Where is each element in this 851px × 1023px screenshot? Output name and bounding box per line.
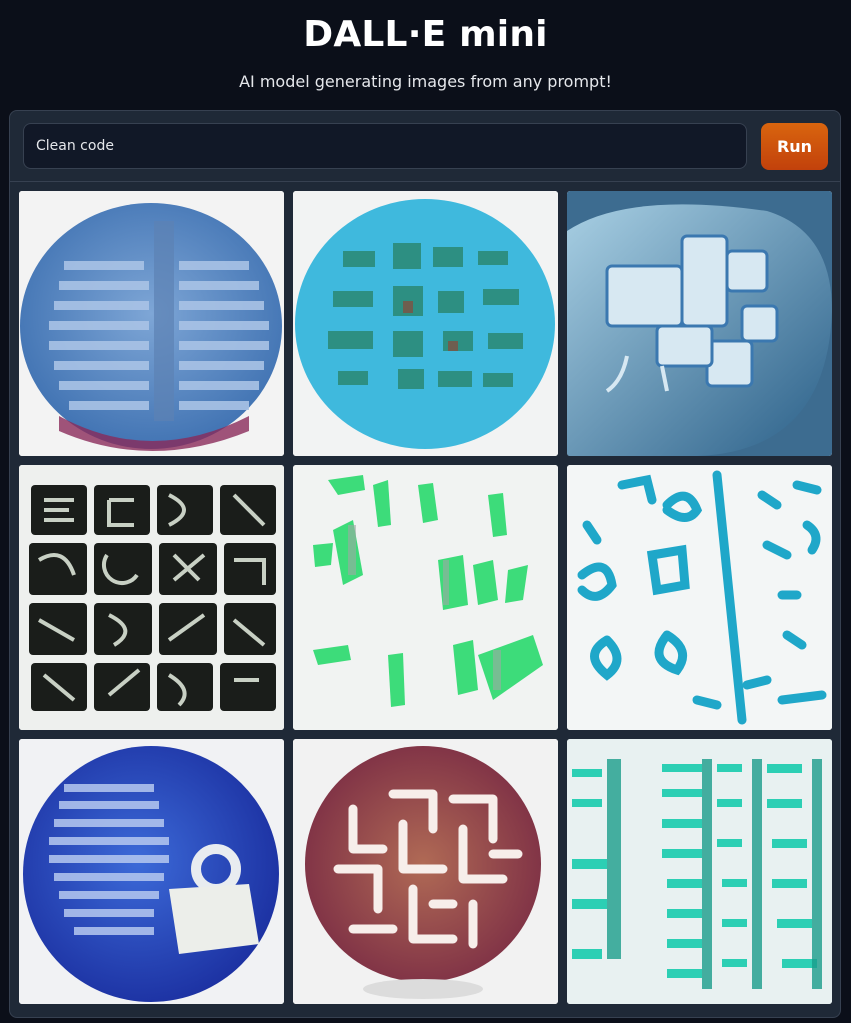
generated-image-3[interactable]	[567, 191, 832, 456]
generated-image-5[interactable]	[293, 465, 558, 730]
generated-image-9[interactable]	[567, 739, 832, 1004]
generated-image-2[interactable]	[293, 191, 558, 456]
image-gallery	[19, 191, 833, 1004]
green-glyphs-on-white-image	[293, 465, 558, 730]
main-panel: Run	[9, 110, 841, 1018]
generated-image-4[interactable]	[19, 465, 284, 730]
blue-disc-with-code-bars-image	[19, 191, 284, 456]
generated-image-8[interactable]	[293, 739, 558, 1004]
prompt-row: Run	[10, 111, 840, 182]
cyan-disc-with-blocks-image	[293, 191, 558, 456]
teal-stacked-bars-image	[567, 739, 832, 1004]
cyan-symbols-on-white-image	[567, 465, 832, 730]
page-title: DALL·E mini	[303, 14, 548, 55]
prompt-input[interactable]	[23, 123, 747, 169]
generated-image-7[interactable]	[19, 739, 284, 1004]
dark-blue-disc-with-lock-image	[19, 739, 284, 1004]
generated-image-1[interactable]	[19, 191, 284, 456]
page-subtitle: AI model generating images from any prom…	[239, 72, 612, 91]
generated-image-6[interactable]	[567, 465, 832, 730]
brown-disc-maze-image	[293, 739, 558, 1004]
app-page: DALL·E mini AI model generating images f…	[0, 0, 851, 1023]
black-letter-tiles-image	[19, 465, 284, 730]
blue-machine-with-icons-image	[567, 191, 832, 456]
run-button[interactable]: Run	[761, 123, 828, 170]
